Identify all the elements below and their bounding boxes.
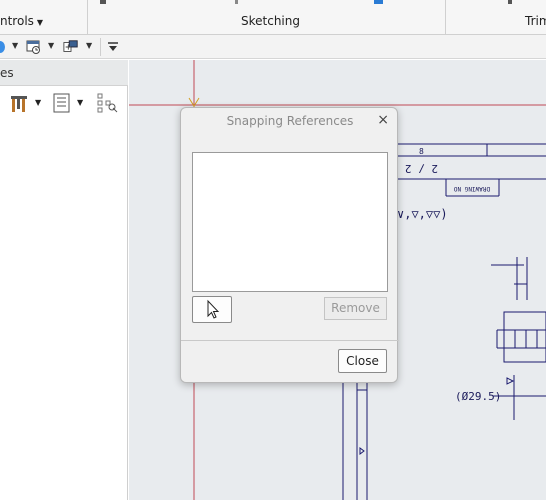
- remove-button[interactable]: Remove: [324, 297, 387, 320]
- leader-lines: [342, 383, 368, 500]
- panel-title: es: [0, 66, 14, 80]
- dialog-title: Snapping References: [226, 114, 354, 128]
- ribbon-group-controls[interactable]: ntrols ▼: [0, 14, 43, 28]
- saved-view-icon[interactable]: [26, 39, 42, 55]
- ribbon-group-label: ntrols: [0, 14, 34, 28]
- select-reference-button[interactable]: [192, 296, 232, 323]
- display-style-icon[interactable]: [63, 39, 79, 55]
- chevron-down-icon: ▼: [36, 18, 44, 27]
- drawing-no-label: DRAWING NO: [453, 185, 490, 192]
- sheet-of-text: 2 / 2: [405, 162, 438, 175]
- tools-icon[interactable]: [9, 92, 29, 114]
- close-button[interactable]: Close: [338, 349, 387, 373]
- quick-access-toolbar: ▼ ▼ ▼: [0, 35, 546, 59]
- snapping-references-dialog: Snapping References × Remove Close: [180, 107, 399, 383]
- ribbon-icon-stub: [100, 0, 106, 4]
- ribbon-divider: [87, 0, 88, 35]
- chevron-down-icon[interactable]: ▼: [77, 98, 83, 107]
- chevron-down-icon[interactable]: ▼: [35, 98, 41, 107]
- chevron-down-icon[interactable]: ▼: [12, 41, 18, 50]
- ribbon-group-trim[interactable]: Trim: [525, 14, 546, 28]
- pointer-icon: [207, 299, 220, 319]
- sheet-number: 8: [419, 147, 424, 156]
- ribbon-icon-stub: [508, 0, 512, 4]
- sketch-tool-icon[interactable]: [0, 39, 10, 55]
- toolbar-divider: [100, 38, 101, 56]
- list-settings-icon[interactable]: [53, 92, 71, 114]
- ribbon-divider: [445, 0, 446, 35]
- ribbon: ntrols ▼ Sketching Trim: [0, 0, 546, 35]
- surface-finish-symbols: ∨,▽,▽▽): [397, 207, 448, 221]
- diameter-dimension: (Ø29.5): [455, 390, 501, 403]
- ribbon-icon-stub: [374, 0, 383, 4]
- chevron-down-icon[interactable]: ▼: [86, 41, 92, 50]
- panel-header: es: [0, 60, 128, 86]
- ribbon-icon-stub: [235, 0, 238, 4]
- filter-settings-icon[interactable]: [97, 92, 119, 114]
- ribbon-group-sketching[interactable]: Sketching: [241, 14, 300, 28]
- dialog-divider: [181, 340, 399, 341]
- model-tree-panel: es ▼ ▼: [0, 60, 128, 500]
- references-list[interactable]: [192, 152, 388, 292]
- close-icon[interactable]: ×: [377, 112, 389, 128]
- chevron-down-icon[interactable]: ▼: [48, 41, 54, 50]
- customize-toolbar-icon[interactable]: [105, 39, 121, 55]
